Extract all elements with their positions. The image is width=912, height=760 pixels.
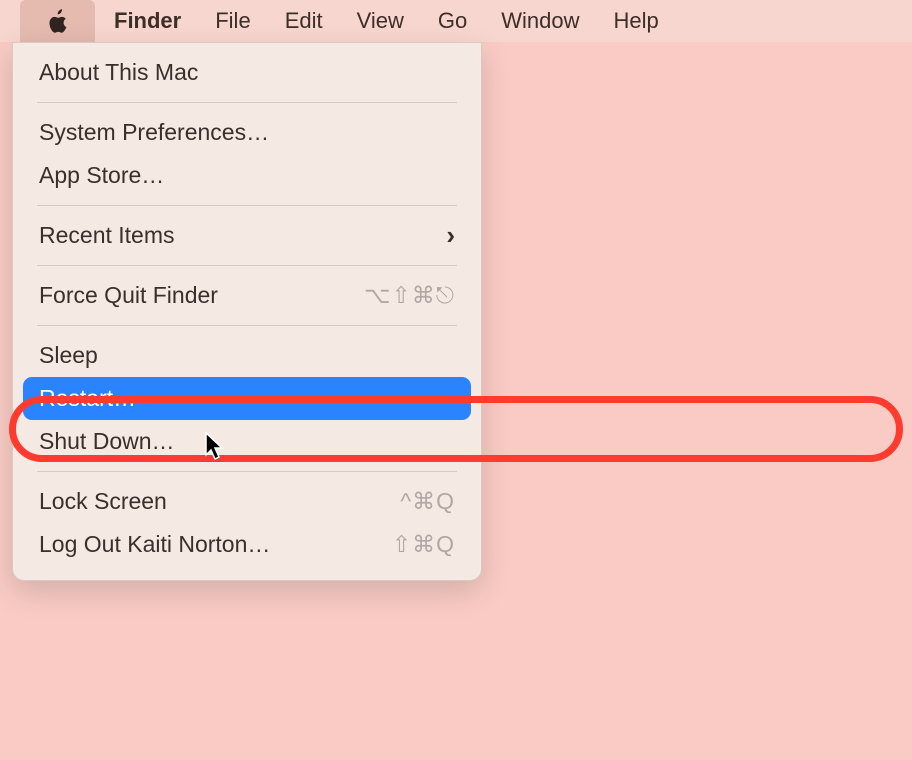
menubar-item-window[interactable]: Window: [484, 8, 596, 34]
menu-item-label: Shut Down…: [39, 428, 175, 455]
menu-item-force-quit[interactable]: Force Quit Finder ⌥⇧⌘⎋: [13, 274, 481, 317]
menu-item-recent-items[interactable]: Recent Items ›: [13, 214, 481, 257]
menu-item-label: System Preferences…: [39, 119, 269, 146]
menu-item-app-store[interactable]: App Store…: [13, 154, 481, 197]
chevron-right-icon: ›: [446, 220, 455, 251]
menu-item-log-out[interactable]: Log Out Kaiti Norton… ⇧⌘Q: [13, 523, 481, 566]
menu-item-shortcut: ⌥⇧⌘⎋: [364, 282, 455, 309]
apple-logo-icon: [46, 8, 69, 35]
menu-separator: [37, 325, 457, 326]
menu-separator: [37, 102, 457, 103]
menu-item-label: Lock Screen: [39, 488, 167, 515]
menubar-item-go[interactable]: Go: [421, 8, 484, 34]
apple-menu-button[interactable]: [20, 0, 95, 42]
menubar: Finder File Edit View Go Window Help: [0, 0, 912, 42]
menu-item-highlight: Restart…: [23, 377, 471, 420]
menu-item-sleep[interactable]: Sleep: [13, 334, 481, 377]
menu-separator: [37, 205, 457, 206]
menu-item-about[interactable]: About This Mac: [13, 51, 481, 94]
menubar-item-file[interactable]: File: [198, 8, 267, 34]
menu-item-label: Sleep: [39, 342, 98, 369]
menu-item-shortcut: ^⌘Q: [400, 488, 455, 515]
menubar-item-finder[interactable]: Finder: [95, 8, 198, 34]
menu-item-restart[interactable]: Restart…: [13, 377, 481, 420]
menu-item-label: Recent Items: [39, 222, 175, 249]
menu-item-system-preferences[interactable]: System Preferences…: [13, 111, 481, 154]
menubar-item-view[interactable]: View: [340, 8, 421, 34]
menu-item-label: Force Quit Finder: [39, 282, 218, 309]
menu-item-label: App Store…: [39, 162, 164, 189]
menu-item-shortcut: ⇧⌘Q: [392, 531, 455, 558]
menu-item-shutdown[interactable]: Shut Down…: [13, 420, 481, 463]
menubar-item-edit[interactable]: Edit: [268, 8, 340, 34]
menu-item-label: About This Mac: [39, 59, 198, 86]
menu-separator: [37, 471, 457, 472]
menu-separator: [37, 265, 457, 266]
menu-item-lock-screen[interactable]: Lock Screen ^⌘Q: [13, 480, 481, 523]
menubar-item-help[interactable]: Help: [597, 8, 676, 34]
menu-item-label: Log Out Kaiti Norton…: [39, 531, 270, 558]
menu-item-label: Restart…: [39, 385, 136, 412]
apple-menu-dropdown: About This Mac System Preferences… App S…: [12, 42, 482, 581]
